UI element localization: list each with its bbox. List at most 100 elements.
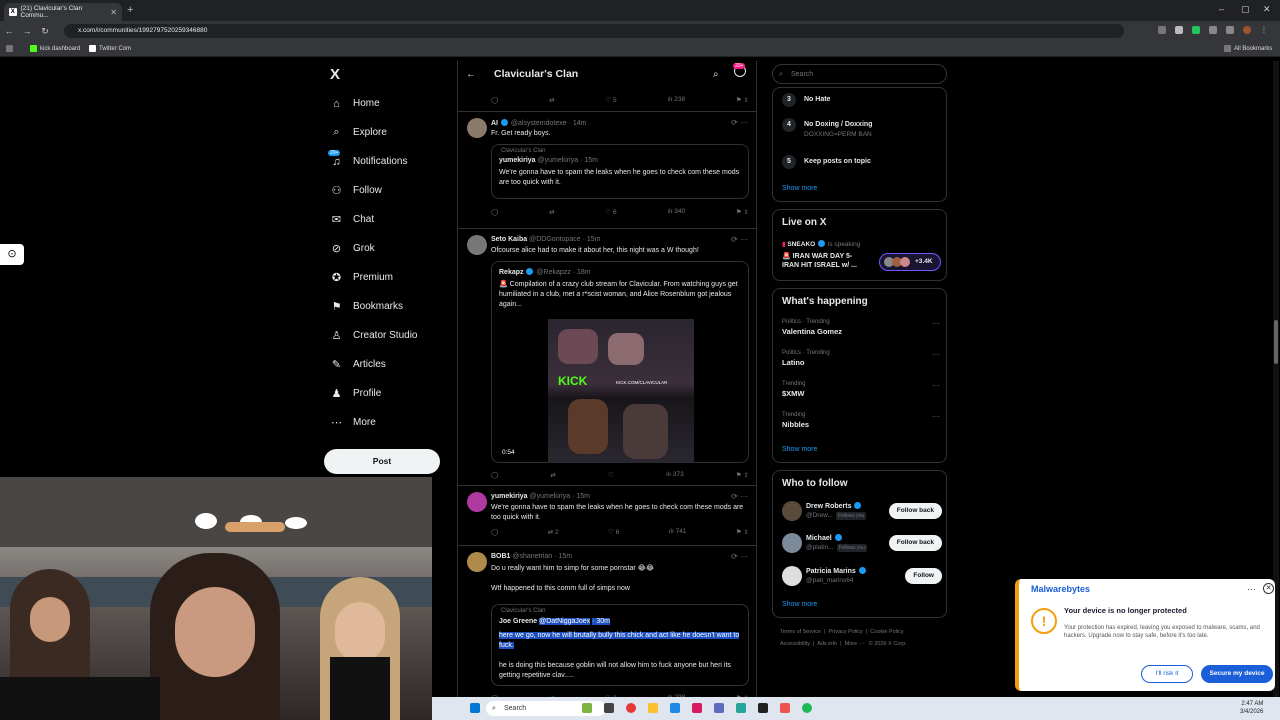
trend-item[interactable]: Politics · Trending Latino ··· bbox=[782, 350, 940, 367]
reply-icon[interactable]: ◯ bbox=[491, 471, 498, 479]
browser-tab[interactable]: X (21) Clavicular's Clan Commu... ✕ bbox=[4, 3, 122, 21]
footer-link[interactable]: Cookie Policy bbox=[870, 629, 903, 635]
reply-icon[interactable]: ◯ bbox=[491, 208, 498, 216]
share-icon[interactable]: ⚑ ⇪ bbox=[736, 471, 749, 479]
app-icon[interactable] bbox=[736, 703, 746, 713]
more-icon[interactable]: ⟳ ··· bbox=[731, 235, 748, 244]
all-bookmarks[interactable]: All Bookmarks bbox=[1224, 45, 1272, 52]
nav-home[interactable]: ⌂ Home bbox=[330, 97, 380, 110]
chrome-icon[interactable] bbox=[626, 703, 636, 713]
nav-more[interactable]: ⋯ More bbox=[330, 416, 376, 429]
quoted-tweet[interactable]: Clavicular's Clan Joe Greene @DatNiggaJo… bbox=[491, 604, 749, 686]
apps-icon[interactable] bbox=[6, 45, 13, 52]
nav-chat[interactable]: ✉ Chat bbox=[330, 213, 374, 226]
like-button[interactable]: ♡ 6 bbox=[605, 208, 616, 216]
more-icon[interactable]: ⟳ ··· bbox=[731, 492, 748, 501]
follow-button[interactable]: Follow bbox=[905, 568, 942, 584]
avatar[interactable] bbox=[467, 118, 487, 138]
url-field[interactable]: x.com/i/communities/1992797520259346880 bbox=[64, 24, 1124, 38]
cast-icon[interactable] bbox=[1158, 26, 1166, 34]
maximize-icon[interactable]: ▢ bbox=[1241, 4, 1250, 15]
lens-icon[interactable]: ⊙ bbox=[0, 244, 24, 265]
minimize-icon[interactable]: – bbox=[1219, 4, 1224, 14]
views-button[interactable]: ılı 741 bbox=[669, 528, 687, 536]
search-input[interactable]: ⌕ Search bbox=[772, 64, 947, 84]
star-icon[interactable] bbox=[1175, 26, 1183, 34]
nav-articles[interactable]: ✎ Articles bbox=[330, 358, 386, 371]
nav-profile[interactable]: ♟ Profile bbox=[330, 387, 382, 400]
app-icon[interactable] bbox=[692, 703, 702, 713]
follow-suggestion[interactable]: Drew Roberts @Drew... Follows you Follow … bbox=[782, 499, 942, 523]
like-button[interactable]: ♡ 6 bbox=[608, 528, 619, 536]
puzzle-icon[interactable] bbox=[1209, 26, 1217, 34]
more-icon[interactable]: ··· bbox=[1247, 584, 1256, 594]
extension-icon[interactable] bbox=[1192, 26, 1200, 34]
spotify-icon[interactable] bbox=[802, 703, 812, 713]
trend-item[interactable]: Politics · Trending Valentina Gomez ··· bbox=[782, 319, 940, 336]
terminal-icon[interactable] bbox=[758, 703, 768, 713]
share-icon[interactable]: ⚑ ⇪ bbox=[736, 208, 749, 216]
tweet[interactable]: yumekiriya @yumekiriya · 15m ⟳ ··· We're… bbox=[458, 485, 756, 545]
app-icon[interactable] bbox=[714, 703, 724, 713]
retweet-icon[interactable]: ⇄ 2 bbox=[548, 528, 559, 536]
sidepanel-icon[interactable] bbox=[1226, 26, 1234, 34]
back-arrow-icon[interactable]: ← bbox=[466, 69, 476, 80]
retweet-icon[interactable]: ⇄ bbox=[549, 96, 554, 104]
bookmark-kick[interactable]: kick dashboard bbox=[30, 45, 80, 52]
trend-item[interactable]: Trending $XMW ··· bbox=[782, 381, 940, 398]
reply-icon[interactable]: ◯ bbox=[491, 96, 498, 104]
start-icon[interactable] bbox=[470, 703, 480, 713]
widget-icon[interactable] bbox=[582, 703, 592, 713]
taskview-icon[interactable] bbox=[604, 703, 614, 713]
video-player[interactable]: KICK KICK.COM/CLAVICULAR bbox=[548, 319, 694, 463]
bookmark-twitter[interactable]: Twitter Com bbox=[89, 45, 131, 52]
x-logo-icon[interactable]: X bbox=[330, 66, 340, 83]
quoted-tweet[interactable]: Clavicular's Clan yumekiriya @yumekiriya… bbox=[491, 144, 749, 199]
close-icon[interactable]: ✕ bbox=[1263, 583, 1274, 594]
like-button[interactable]: ♡ bbox=[608, 471, 614, 479]
listeners-pill[interactable]: +3.4K bbox=[879, 253, 941, 271]
trend-item[interactable]: Trending Nibbles ··· bbox=[782, 412, 940, 429]
profile-avatar[interactable] bbox=[1243, 26, 1251, 34]
share-icon[interactable]: ⚑ ⇪ bbox=[736, 528, 749, 536]
tweet[interactable]: AI @alsystemdotexe · 14m ⟳ ··· Fr. Get r… bbox=[458, 111, 756, 228]
follow-suggestion[interactable]: Patricia Marins @pati_marins64 Follow bbox=[782, 564, 942, 588]
nav-notifications[interactable]: ♫ 20+ Notifications bbox=[328, 150, 407, 168]
views-button[interactable]: ılı 238 bbox=[667, 96, 685, 104]
follow-suggestion[interactable]: Michael @platin... Follows you Follow bac… bbox=[782, 531, 942, 555]
search-icon[interactable]: ⌕ bbox=[713, 69, 719, 80]
footer-link[interactable]: More ··· bbox=[845, 641, 865, 647]
follow-back-button[interactable]: Follow back bbox=[888, 535, 942, 551]
nav-explore[interactable]: ⌕ Explore bbox=[330, 126, 387, 139]
tweet[interactable]: Seto Kaiba @DDGontopace · 15m ⟳ ··· Ofco… bbox=[458, 228, 756, 485]
close-tab-icon[interactable]: ✕ bbox=[110, 8, 117, 17]
scrollbar-thumb[interactable] bbox=[1274, 320, 1278, 364]
secure-button[interactable]: Secure my device bbox=[1201, 665, 1273, 683]
back-icon[interactable]: ← bbox=[0, 26, 18, 36]
tweet[interactable]: BOB1 @shanetrian · 15m ⟳ ··· Do u really… bbox=[458, 545, 756, 701]
menu-dots-icon[interactable]: ⋮ bbox=[1260, 26, 1268, 34]
live-on-x[interactable]: Live on X ▮ SNEAKO is speaking 🚨 IRAN WA… bbox=[772, 209, 947, 281]
avatar[interactable] bbox=[467, 492, 487, 512]
nav-follow[interactable]: ⚇ Follow bbox=[330, 184, 382, 197]
window-close-icon[interactable]: ✕ bbox=[1263, 4, 1271, 15]
reload-icon[interactable]: ↻ bbox=[36, 26, 54, 37]
risk-button[interactable]: I'll risk it bbox=[1141, 665, 1193, 683]
forward-icon[interactable]: → bbox=[18, 26, 36, 36]
more-icon[interactable]: ⟳ ··· bbox=[731, 552, 748, 561]
nav-grok[interactable]: ⊘ Grok bbox=[330, 242, 375, 255]
footer-link[interactable]: Accessibility bbox=[780, 641, 810, 647]
views-button[interactable]: ılı 373 bbox=[666, 471, 684, 479]
views-button[interactable]: ılı 340 bbox=[667, 208, 685, 216]
more-icon[interactable]: ⟳ ··· bbox=[731, 118, 748, 127]
nav-premium[interactable]: ✪ Premium bbox=[330, 271, 393, 284]
like-button[interactable]: ♡ 5 bbox=[605, 96, 616, 104]
avatar[interactable] bbox=[467, 235, 487, 255]
follow-back-button[interactable]: Follow back bbox=[888, 503, 942, 519]
show-more-link[interactable]: Show more bbox=[782, 446, 817, 453]
footer-link[interactable]: Ads info bbox=[817, 641, 837, 647]
nav-creator-studio[interactable]: ♙ Creator Studio bbox=[330, 329, 418, 342]
explorer-icon[interactable] bbox=[648, 703, 658, 713]
post-button[interactable]: Post bbox=[324, 449, 440, 474]
reply-icon[interactable]: ◯ bbox=[491, 528, 498, 536]
